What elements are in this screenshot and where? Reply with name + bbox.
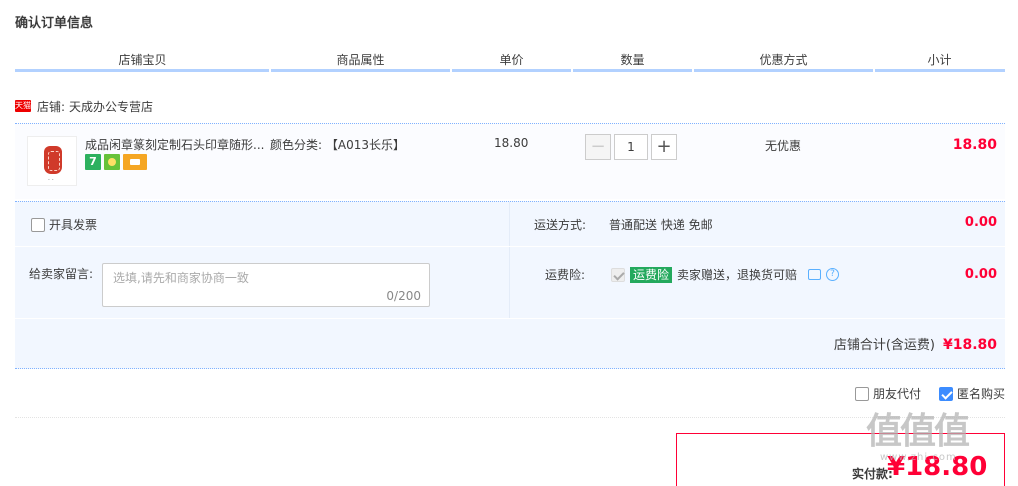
discount-method: 无优惠: [765, 139, 802, 153]
service-icons: 7: [85, 154, 147, 170]
invoice-option[interactable]: 开具发票: [31, 216, 97, 233]
quantity-stepper: − 1 +: [585, 134, 677, 160]
gold-coin-icon[interactable]: [104, 154, 120, 170]
invoice-checkbox[interactable]: [31, 217, 45, 232]
friend-pay-option[interactable]: 朋友代付: [854, 385, 921, 402]
header-separator: [692, 69, 694, 72]
item-subtotal: 18.80: [952, 137, 997, 153]
header-separator: [269, 69, 271, 72]
message-input[interactable]: [103, 264, 429, 306]
page-title: 确认订单信息: [15, 16, 94, 31]
shop-total-label: 店铺合计(含运费): [833, 338, 935, 353]
header-separator: [873, 69, 875, 72]
payment-summary-box: 实付款: ¥18.80: [676, 433, 1005, 486]
header-separator: [450, 69, 452, 72]
header-divider-bar: [15, 69, 1005, 72]
message-char-count: 0/200: [386, 289, 421, 303]
header-separator: [571, 69, 573, 72]
insurance-label: 运费险:: [545, 268, 586, 282]
message-label: 给卖家留言:: [29, 267, 94, 281]
section-divider: [15, 417, 1005, 418]
friend-pay-label: 朋友代付: [872, 387, 921, 401]
product-title-link[interactable]: 成品闲章篆刻定制石头印章随形...: [85, 136, 267, 153]
quantity-decrease-button[interactable]: −: [585, 134, 611, 160]
seal-image: [44, 146, 62, 174]
shipping-label: 运送方式:: [534, 218, 587, 232]
message-box: 0/200: [102, 263, 430, 307]
thumbnail-caption: · ·: [48, 177, 54, 184]
options-row-divider: [15, 246, 1005, 247]
chat-icon[interactable]: [808, 269, 822, 280]
insurance-description: 卖家赠送，退换货可赔: [677, 268, 798, 282]
payment-amount: ¥18.80: [887, 452, 988, 482]
unit-price: 18.80: [494, 136, 529, 150]
credit-card-icon[interactable]: [123, 154, 147, 170]
tmall-badge-icon: 天猫: [15, 100, 31, 112]
options-total-divider: [15, 318, 1005, 319]
anonymous-purchase-checkbox[interactable]: [938, 386, 953, 401]
insurance-checkbox: [611, 267, 625, 282]
shop-label: 店铺:: [37, 99, 66, 114]
shop-line: 天猫 店铺: 天成办公专营店: [15, 97, 153, 115]
insurance-tag: 运费险: [630, 266, 673, 283]
order-item-row: · · 成品闲章篆刻定制石头印章随形... 7 颜色分类: 【A013长乐】 1…: [15, 123, 1005, 199]
shop-total-amount: ¥18.80: [942, 337, 997, 353]
shop-total: 店铺合计(含运费) ¥18.80: [834, 334, 997, 353]
product-thumbnail[interactable]: · ·: [27, 136, 77, 186]
shop-name-link[interactable]: 天成办公专营店: [69, 98, 153, 115]
quantity-increase-button[interactable]: +: [651, 134, 677, 160]
options-divider: [509, 202, 510, 318]
shipping-method: 普通配送 快递 免邮: [609, 218, 713, 232]
product-attribute: 颜色分类: 【A013长乐】: [270, 138, 405, 152]
help-icon[interactable]: ?: [826, 268, 840, 281]
column-header: 店铺宝贝 商品属性 单价 数量 优惠方式 小计: [15, 50, 1005, 72]
friend-pay-checkbox[interactable]: [854, 386, 869, 401]
order-options-panel: 开具发票 给卖家留言: 0/200 运送方式: 普通配送 快递 免邮 0.00 …: [15, 201, 1005, 369]
quantity-input[interactable]: 1: [614, 134, 648, 160]
insurance-fee: 0.00: [964, 267, 997, 282]
invoice-label: 开具发票: [49, 218, 98, 232]
shipping-fee: 0.00: [964, 215, 997, 230]
extra-options: 朋友代付 匿名购买: [854, 385, 1005, 402]
anonymous-purchase-label: 匿名购买: [956, 387, 1005, 401]
insurance-option: 运费险 卖家赠送，退换货可赔 ?: [611, 266, 840, 283]
seven-day-return-icon[interactable]: 7: [85, 154, 101, 170]
anonymous-purchase-option[interactable]: 匿名购买: [938, 385, 1005, 402]
